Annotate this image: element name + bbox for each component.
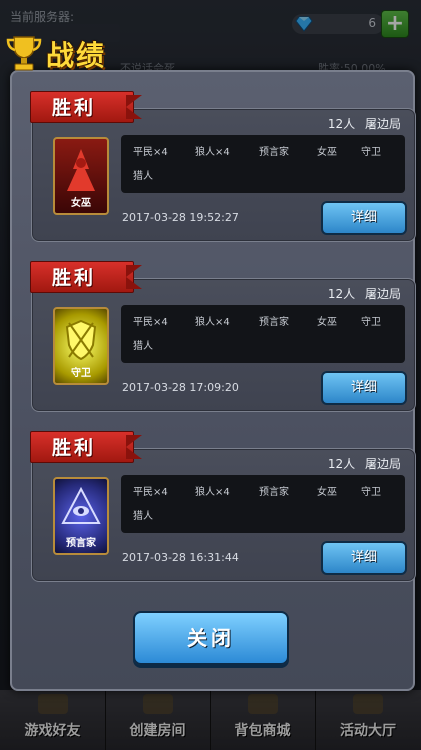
game-meta: 12人 屠边局 xyxy=(328,455,401,472)
eye-icon xyxy=(61,486,101,524)
role-entry: 狼人×4 xyxy=(195,147,230,158)
role-entry: 狼人×4 xyxy=(195,487,230,498)
role-name: 女巫 xyxy=(71,198,91,209)
player-count: 12人 xyxy=(327,457,356,471)
role-entry: 女巫 xyxy=(317,147,337,158)
role-entry: 预言家 xyxy=(259,487,289,498)
player-count: 12人 xyxy=(327,287,356,301)
record-card: 胜利 12人 屠边局 女巫 平民×4 狼人×4 预言家 女巫 守卫 猎人 201… xyxy=(30,91,416,242)
result-label: 胜利 xyxy=(52,437,97,459)
role-entry: 守卫 xyxy=(361,317,381,328)
role-entry: 预言家 xyxy=(259,317,289,328)
roles-list: 平民×4 狼人×4 预言家 女巫 守卫 猎人 xyxy=(121,305,405,363)
role-card-seer: 预言家 xyxy=(53,477,109,555)
close-button[interactable]: 关闭 xyxy=(133,611,289,665)
role-name: 守卫 xyxy=(71,368,91,379)
result-banner: 胜利 xyxy=(30,91,150,123)
role-entry: 狼人×4 xyxy=(195,317,230,328)
role-entry: 女巫 xyxy=(317,487,337,498)
trophy-icon xyxy=(6,36,42,71)
game-mode: 屠边局 xyxy=(364,287,401,301)
role-entry: 平民×4 xyxy=(133,487,168,498)
detail-button[interactable]: 详细 xyxy=(321,201,407,235)
result-label: 胜利 xyxy=(52,97,97,119)
role-entry: 平民×4 xyxy=(133,317,168,328)
result-label: 胜利 xyxy=(52,267,97,289)
result-banner: 胜利 xyxy=(30,261,150,293)
role-card-witch: 女巫 xyxy=(53,137,109,215)
player-count: 12人 xyxy=(327,117,356,131)
role-entry: 守卫 xyxy=(361,147,381,158)
game-timestamp: 2017-03-28 16:31:44 xyxy=(122,551,239,564)
game-mode: 屠边局 xyxy=(364,457,401,471)
role-name: 预言家 xyxy=(66,538,96,549)
game-timestamp: 2017-03-28 17:09:20 xyxy=(122,381,239,394)
game-meta: 12人 屠边局 xyxy=(328,115,401,132)
record-card: 胜利 12人 屠边局 守卫 平民×4 狼人×4 预言家 女巫 守卫 猎人 201… xyxy=(30,261,416,412)
record-card: 胜利 12人 屠边局 预言家 平民×4 狼人×4 预言家 女巫 守卫 猎人 20… xyxy=(30,431,416,582)
role-entry: 女巫 xyxy=(317,317,337,328)
role-entry: 猎人 xyxy=(133,171,153,182)
result-banner: 胜利 xyxy=(30,431,150,463)
witch-icon xyxy=(67,149,95,191)
role-entry: 猎人 xyxy=(133,341,153,352)
role-entry: 预言家 xyxy=(259,147,289,158)
game-meta: 12人 屠边局 xyxy=(328,285,401,302)
shield-icon xyxy=(65,319,97,361)
role-card-guard: 守卫 xyxy=(53,307,109,385)
detail-button[interactable]: 详细 xyxy=(321,541,407,575)
role-entry: 猎人 xyxy=(133,511,153,522)
records-modal: 胜利 12人 屠边局 女巫 平民×4 狼人×4 预言家 女巫 守卫 猎人 201… xyxy=(10,70,416,691)
game-mode: 屠边局 xyxy=(364,117,401,131)
role-entry: 守卫 xyxy=(361,487,381,498)
roles-list: 平民×4 狼人×4 预言家 女巫 守卫 猎人 xyxy=(121,475,405,533)
game-timestamp: 2017-03-28 19:52:27 xyxy=(122,211,239,224)
role-entry: 平民×4 xyxy=(133,147,168,158)
modal-title: 战绩 xyxy=(46,39,107,72)
roles-list: 平民×4 狼人×4 预言家 女巫 守卫 猎人 xyxy=(121,135,405,193)
detail-button[interactable]: 详细 xyxy=(321,371,407,405)
